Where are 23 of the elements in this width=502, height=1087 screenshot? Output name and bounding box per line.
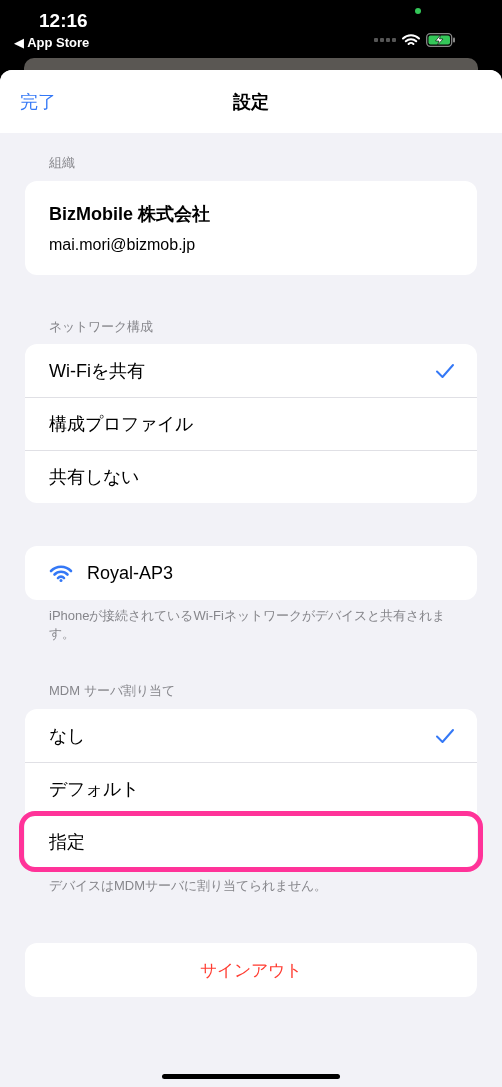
wifi-icon [49,564,73,582]
back-to-app-link[interactable]: ◀ App Store [14,34,90,52]
option-row[interactable]: Wi-Fiを共有 [25,344,477,397]
option-row[interactable]: デフォルト [25,762,477,815]
status-time: 12:16 [39,9,88,33]
section-footer: デバイスはMDMサーバに割り当てられません。 [25,877,477,895]
section-header: ネットワーク構成 [48,318,153,336]
camera-indicator-icon [415,8,421,14]
account-email: mai.mori@bizmob.jp [49,236,196,254]
signal-icon [374,38,396,42]
screen-title: 設定 [233,90,269,114]
section-header: MDM サーバ割り当て [48,682,175,700]
section-header: 組織 [48,154,75,172]
option-row[interactable]: なし [25,709,477,762]
wifi-icon [402,33,420,47]
done-button[interactable]: 完了 [20,89,56,114]
wifi-network-name: Royal-AP3 [87,562,174,584]
section-footer: iPhoneが接続されているWi-Fiネットワークがデバイスと共有されます。 [25,607,477,643]
option-row[interactable]: 構成プロファイル [25,397,477,450]
organization-name: BizMobile 株式会社 [49,203,210,226]
sign-out-button[interactable]: サインアウト [25,943,477,997]
battery-charging-icon [426,33,456,47]
option-row[interactable]: 共有しない [25,450,477,503]
